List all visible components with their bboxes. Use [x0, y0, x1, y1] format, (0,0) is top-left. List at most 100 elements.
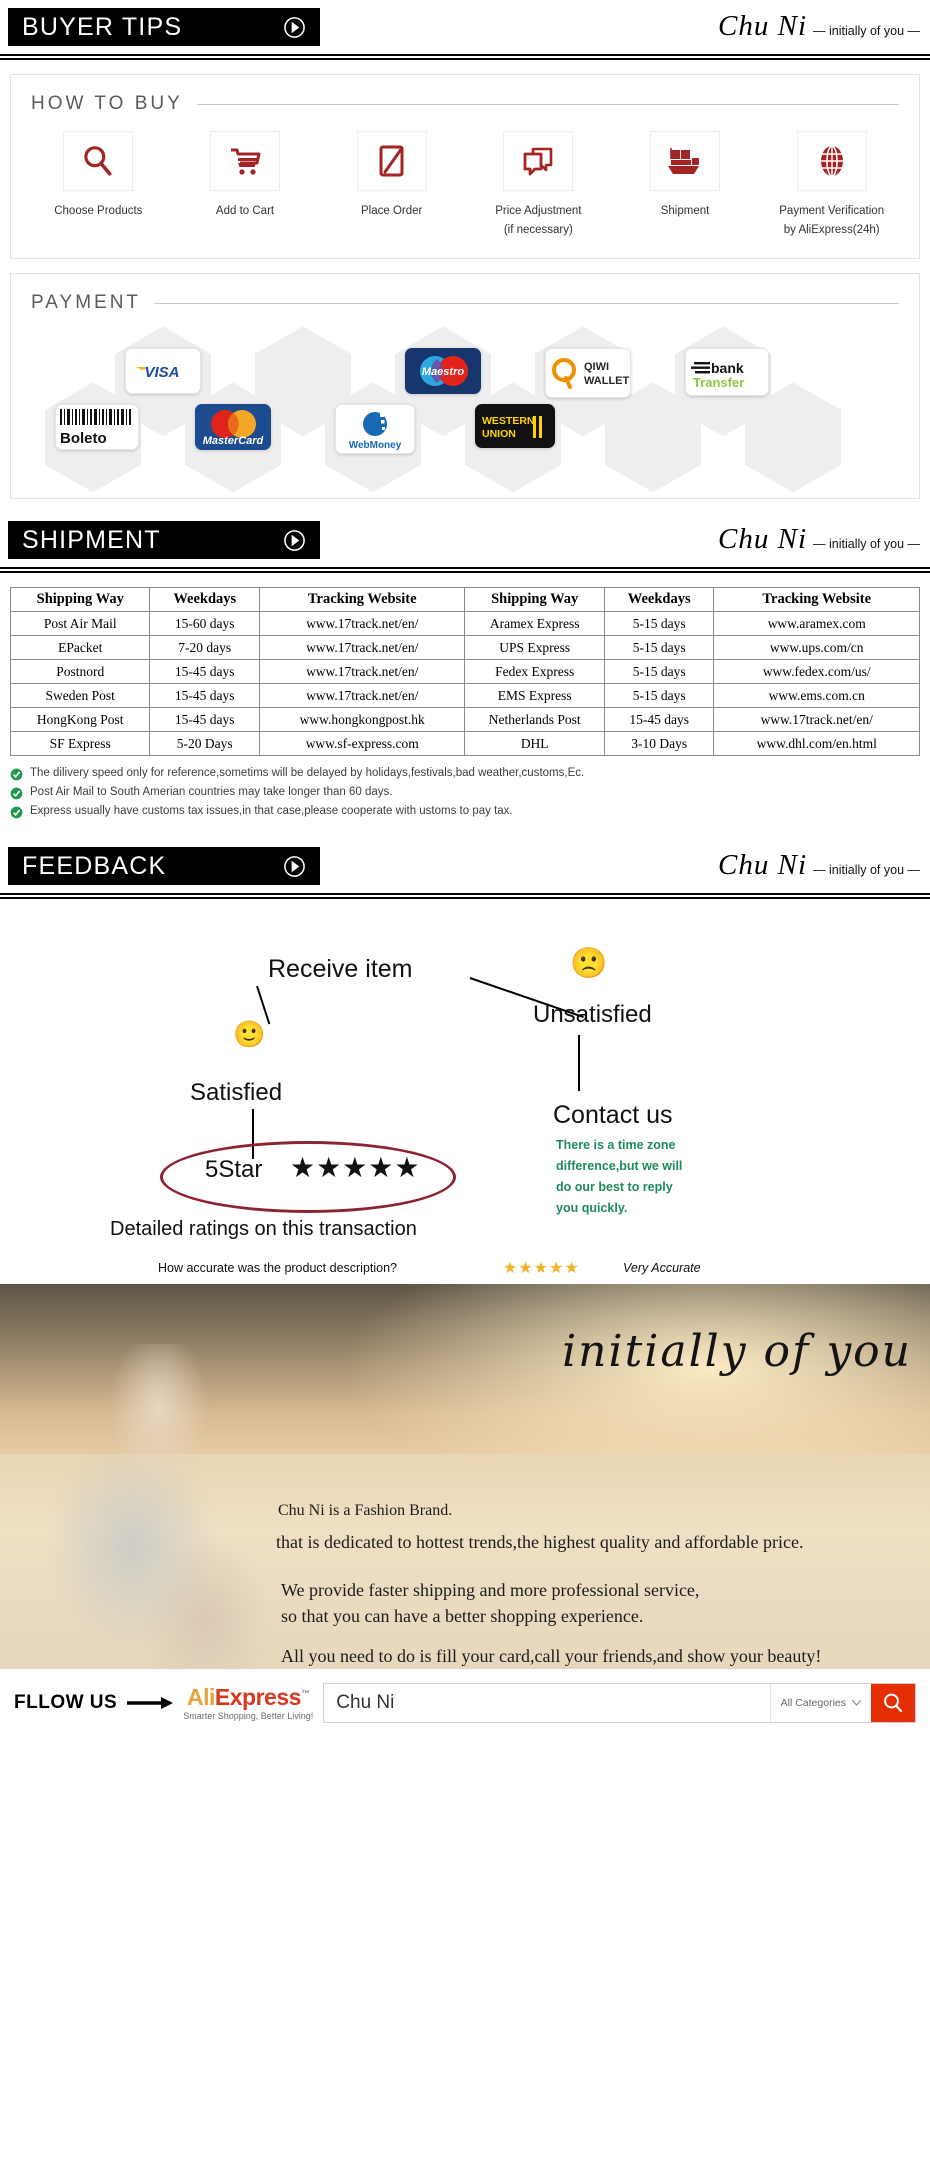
globe-icon: [820, 145, 843, 177]
aliexpress-ali: Ali: [187, 1683, 215, 1710]
table-row: Post Air Mail 15-60 days www.17track.net…: [9, 611, 920, 637]
cell: www.hongkongpost.hk: [259, 707, 466, 733]
step-label: Place Order: [361, 205, 423, 217]
step-label: Choose Products: [54, 205, 143, 217]
western-union-logo: WESTERN UNION: [475, 404, 555, 449]
how-to-buy-steps: Choose Products Add to Cart Place Order …: [11, 115, 919, 258]
svg-text:Transfer: Transfer: [693, 375, 744, 390]
unsatisfied-face-icon: 🙁: [570, 947, 608, 981]
brand-lockup-buyer-tips: Chu Ni — initially of you —: [718, 10, 920, 43]
divider-rule: [0, 567, 930, 574]
note-text: Express usually have customs tax issues,…: [30, 804, 513, 817]
column-header: Weekdays: [603, 587, 715, 613]
banner-line-5: All you need to do is fill your card,cal…: [281, 1646, 822, 1667]
search-button[interactable]: [871, 1684, 915, 1723]
mastercard-logo: MasterCard: [195, 404, 271, 451]
svg-text:Maestro: Maestro: [422, 366, 464, 378]
chat-bubbles-icon: [523, 147, 553, 176]
webmoney-icon: WebMoney: [349, 412, 402, 451]
trademark-icon: ™: [300, 1688, 310, 1699]
category-select[interactable]: All Categories: [769, 1684, 871, 1723]
svg-text:QIWI: QIWI: [584, 361, 609, 373]
title-rule: [155, 302, 899, 304]
cell: www.17track.net/en/: [259, 635, 466, 661]
cell: 7-20 days: [149, 635, 261, 661]
cell: 3-10 Days: [603, 731, 715, 757]
play-circle-icon: [284, 16, 305, 38]
table-row: SF Express 5-20 Days www.sf-express.com …: [9, 731, 920, 757]
step-sublabel: (if necessary): [503, 223, 573, 236]
banner-line-4: so that you can have a better shopping e…: [281, 1606, 644, 1627]
cell: EMS Express: [464, 683, 605, 709]
cell: www.17track.net/en/: [259, 683, 466, 709]
bank-transfer-icon: bank Transfer: [691, 360, 744, 390]
brand-banner: initially of you Chu Ni is a Fashion Bra…: [0, 1284, 930, 1670]
aliexpress-wordmark: AliExpress™: [187, 1683, 310, 1710]
visa-icon: VISA: [136, 364, 180, 381]
connector-line: [578, 1035, 580, 1092]
shipment-header: SHIPMENT Chu Ni — initially of you —: [0, 521, 930, 567]
shipping-notes: The dilivery speed only for reference,so…: [10, 764, 920, 821]
svg-text:UNION: UNION: [482, 428, 516, 440]
cell: HongKong Post: [9, 707, 151, 733]
receive-item-label: Receive item: [268, 955, 413, 984]
brand-tagline: — initially of you —: [813, 537, 920, 552]
cell: 5-20 Days: [149, 731, 261, 757]
cell: 5-15 days: [603, 611, 715, 637]
unsatisfied-label: Unsatisfied: [533, 1001, 652, 1029]
cell: 15-45 days: [149, 707, 261, 733]
cargo-ship-icon: [668, 148, 700, 174]
maestro-logo: Maestro: [405, 348, 481, 395]
cell: Postnord: [9, 659, 151, 685]
step-sublabel: by AliExpress(24h): [783, 223, 880, 236]
search-icon: [884, 1693, 903, 1713]
note-item: Express usually have customs tax issues,…: [10, 802, 920, 821]
payment-title-row: PAYMENT: [11, 274, 919, 314]
follow-us-label: FLLOW US: [14, 1692, 118, 1714]
cell: Fedex Express: [464, 659, 605, 685]
step-label: Payment Verification: [779, 205, 885, 217]
aliexpress-logo[interactable]: AliExpress™ Smarter Shopping, Better Liv…: [183, 1683, 314, 1721]
buyer-tips-tag: BUYER TIPS: [8, 8, 320, 46]
column-header: Weekdays: [149, 587, 261, 613]
banner-brand-name: Chu Ni: [278, 1502, 325, 1520]
check-circle-icon: [10, 787, 23, 800]
edit-document-icon: [379, 145, 404, 177]
payment-title: PAYMENT: [31, 292, 142, 314]
search-input[interactable]: Chu Ni: [324, 1684, 769, 1722]
seller-info-page: BUYER TIPS Chu Ni — initially of you — H…: [0, 0, 930, 1738]
detailed-ratings-title: Detailed ratings on this transaction: [110, 1218, 417, 1241]
aliexpress-slogan: Smarter Shopping, Better Living!: [183, 1710, 314, 1721]
step-icon-box: [356, 131, 427, 191]
mastercard-icon: MasterCard: [203, 410, 264, 447]
search-bar[interactable]: Chu Ni All Categories: [323, 1683, 916, 1724]
banner-script-text: initially of you: [562, 1326, 912, 1378]
table-row: EPacket 7-20 days www.17track.net/en/ UP…: [9, 635, 920, 661]
rating-value: Very Accurate: [623, 1261, 701, 1276]
rating-question: How accurate was the product description…: [158, 1261, 398, 1276]
svg-text:WebMoney: WebMoney: [349, 440, 402, 451]
svg-text:WESTERN: WESTERN: [482, 415, 535, 427]
cell: Netherlands Post: [464, 707, 605, 733]
step-add-to-cart: Add to Cart: [172, 131, 319, 238]
step-icon-box: [796, 131, 867, 191]
note-text: Post Air Mail to South Amerian countries…: [30, 785, 393, 798]
cell: SF Express: [9, 731, 151, 757]
chevron-down-icon: [852, 1700, 861, 1707]
column-header: Tracking Website: [713, 587, 920, 613]
contact-us-title: Contact us: [553, 1101, 673, 1130]
contact-line: you quickly.: [556, 1201, 628, 1216]
rating-stars-icon: ★★★★★: [503, 1260, 580, 1278]
step-place-order: Place Order: [318, 131, 465, 238]
how-to-buy-title: HOW TO BUY: [31, 93, 183, 114]
arrow-right-icon: [127, 1697, 174, 1710]
svg-text:WALLET: WALLET: [584, 375, 629, 387]
brand-tagline: — initially of you —: [813, 24, 920, 38]
cell: www.ups.com/cn: [713, 635, 920, 661]
aliexpress-express: Express: [214, 1683, 302, 1710]
play-circle-icon: [284, 855, 305, 877]
how-to-buy-card: HOW TO BUY Choose Products Add to Cart P…: [10, 74, 920, 260]
feedback-header: FEEDBACK Chu Ni — initially of you —: [0, 847, 930, 893]
banner-line-2: that is dedicated to hottest trends,the …: [276, 1532, 804, 1553]
note-text: The dilivery speed only for reference,so…: [30, 766, 585, 779]
